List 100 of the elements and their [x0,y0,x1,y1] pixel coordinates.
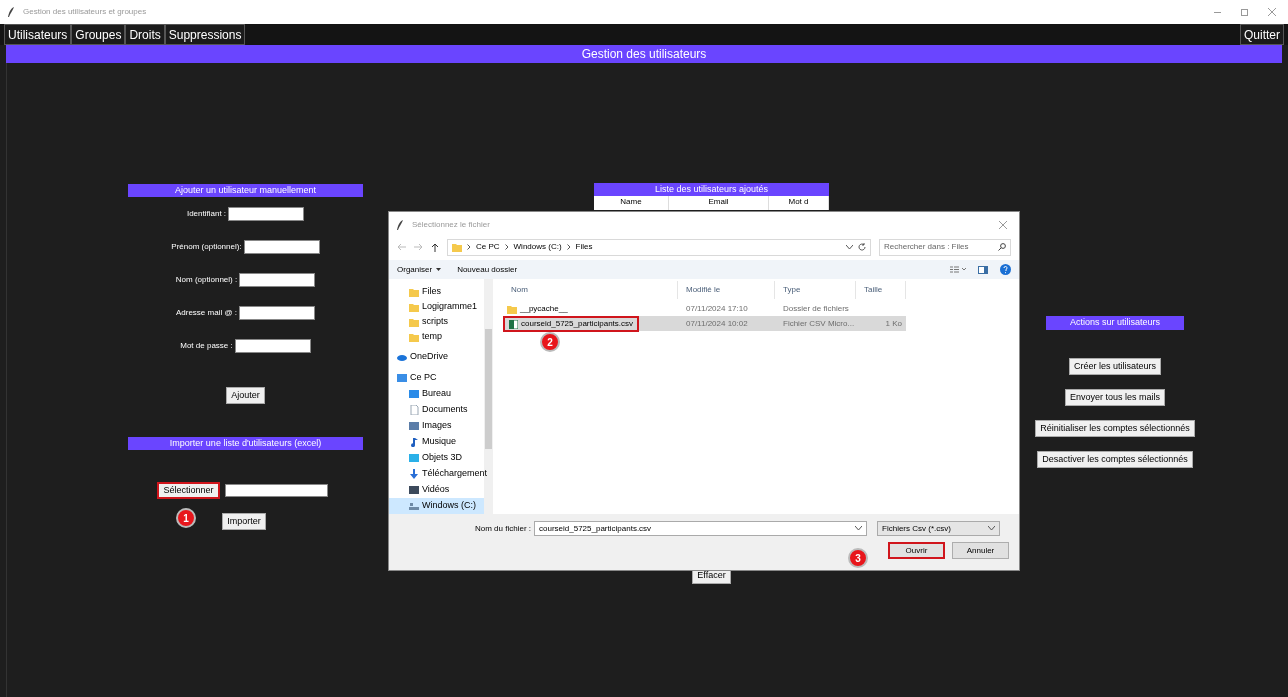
menu-tab[interactable]: Groupes [71,24,126,45]
close-icon[interactable] [999,221,1007,229]
chevron-icon [566,244,571,250]
nav-item[interactable]: Vidéos [389,482,484,498]
action-button[interactable]: Desactiver les comptes sélectionnés [1037,451,1193,468]
filename-field[interactable]: courseid_5725_participants.csv [534,521,868,536]
spreadsheet-icon [509,319,518,329]
search-field[interactable]: Rechercher dans : Files [879,238,1011,256]
nav-item[interactable]: Ce PC [389,370,484,386]
file-size: 1 Ko [884,318,903,330]
feather-icon [8,7,15,17]
modified-date: 07/11/2024 17:10 [685,302,749,315]
document-icon [409,405,419,415]
quit-button[interactable]: Quitter [1240,24,1284,45]
section-header: Actions sur utilisateurs [1046,316,1184,330]
action-button[interactable]: Réinitialiser les comptes sélectionnés [1035,420,1195,437]
field-label: Nom (optionnel) : [175,274,238,286]
search-input[interactable]: Rechercher dans : Files [884,241,998,253]
breadcrumb-item[interactable]: Ce PC [476,241,500,253]
breadcrumb-item[interactable]: Files [575,241,593,253]
address-bar[interactable]: Ce PC Windows (C:) Files [447,238,871,256]
cloud-icon [397,352,407,362]
column-header[interactable]: Name [594,196,669,210]
section-header: Importer une liste d'utilisateurs (excel) [128,437,363,450]
close-icon[interactable] [1268,8,1276,16]
field-label: Identifiant : [186,208,227,220]
action-button[interactable]: Envoyer tous les mails [1065,389,1166,406]
column-header[interactable]: Email [669,196,769,210]
drive-icon [409,501,419,511]
file-type-dropdown[interactable]: Fichiers Csv (*.csv) [877,521,1001,536]
column-header[interactable]: Modifié le [678,281,775,299]
forward-arrow-icon[interactable] [414,243,423,251]
folder-icon [409,331,419,342]
field-label: Adresse mail @ : [175,307,237,319]
view-options-icon[interactable] [950,266,966,273]
nav-item[interactable]: scripts [389,314,484,329]
nav-item[interactable]: Objets 3D [389,450,484,466]
music-note-icon [409,437,419,447]
folder-icon [452,242,462,252]
chevron-icon [467,244,471,250]
column-header[interactable]: Mot d [769,196,829,210]
nav-item[interactable]: Bureau [389,386,484,402]
file-path-field[interactable] [224,484,328,497]
back-arrow-icon[interactable] [397,243,406,251]
menu-tab[interactable]: Droits [125,24,165,45]
file-type: Dossier de fichiers [782,302,850,315]
input-field[interactable] [239,273,316,287]
new-folder-button[interactable]: Nouveau dossier [457,263,518,276]
input-field[interactable] [228,207,305,221]
dropdown-caret-icon[interactable] [855,526,863,531]
dropdown-caret-icon[interactable] [846,244,853,250]
section-header: Liste des utilisateurs ajoutés [594,183,829,196]
nav-item[interactable]: OneDrive [389,349,484,365]
action-button[interactable]: Créer les utilisateurs [1069,358,1161,375]
column-header[interactable]: Taille [856,281,906,299]
organize-button[interactable]: Organiser [397,263,442,276]
nav-item[interactable]: Files [389,284,484,299]
action-button[interactable]: Ajouter [226,387,265,405]
field-label: Mot de passe : [180,340,233,352]
help-icon[interactable] [1000,264,1011,275]
nav-item[interactable]: Images [389,418,484,434]
column-header[interactable]: Nom [503,281,678,299]
menu-tab[interactable]: Utilisateurs [4,24,72,45]
action-button[interactable]: Importer [222,513,266,531]
file-type: Fichier CSV Micro... [782,318,856,330]
nav-item[interactable]: Musique [389,434,484,450]
column-header[interactable]: Type [775,281,856,299]
filename-label: Nom du fichier : [475,522,532,535]
file-row[interactable]: __pycache__ 07/11/2024 17:10 Dossier de fichiers [503,301,906,316]
dialog-button[interactable]: Ouvrir [888,542,945,559]
up-arrow-icon[interactable] [431,242,439,252]
file-row[interactable]: courseid_5725_participants.csv 07/11/2024 10:02 Fichier CSV Micro... 1 Ko [503,316,906,331]
nav-item[interactable]: Windows (C:) [389,498,484,514]
window-title: Gestion des utilisateurs et groupes [23,6,147,18]
maximize-icon[interactable] [1241,8,1248,16]
action-button[interactable]: Sélectionner [157,482,220,499]
input-field[interactable] [243,240,320,254]
dialog-button[interactable]: Annuler [952,542,1009,559]
refresh-icon[interactable] [858,243,866,251]
minimize-icon[interactable] [1214,11,1221,13]
folder-icon [507,303,517,314]
dropdown-caret-icon[interactable] [988,526,996,531]
caret-icon [436,268,442,271]
folder-icon [409,301,419,312]
chevron-icon [504,244,509,250]
input-field[interactable] [234,339,311,353]
nav-item[interactable]: Documents [389,402,484,418]
nav-item[interactable]: temp [389,329,484,344]
dialog-title: Sélectionnez le fichier [412,219,490,231]
menu-tab[interactable]: Suppressions [164,24,246,45]
download-arrow-icon [409,469,419,479]
preview-pane-icon[interactable] [978,265,988,274]
nav-item[interactable]: Logigramme1 [389,299,484,314]
feather-icon [397,220,404,230]
folder-icon [409,316,419,327]
folder-icon [409,286,419,297]
search-icon[interactable] [998,243,1006,251]
input-field[interactable] [239,306,315,320]
field-label: Prénom (optionnel): [171,241,242,253]
breadcrumb-item[interactable]: Windows (C:) [513,241,562,253]
